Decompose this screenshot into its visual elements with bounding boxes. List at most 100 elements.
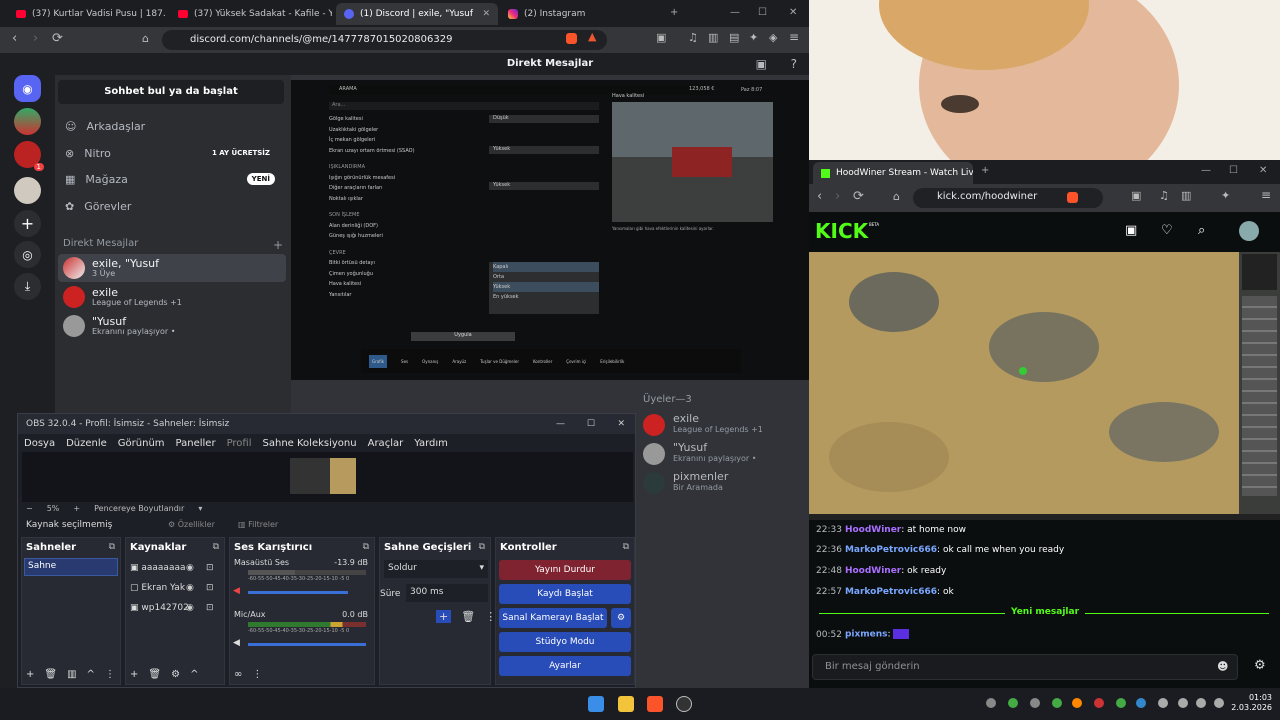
discord-home-icon[interactable]: ◉ — [14, 75, 41, 102]
new-tab-button[interactable]: + — [981, 165, 989, 176]
add-transition-icon[interactable]: + — [436, 610, 452, 623]
maximize-icon[interactable]: ☐ — [1229, 165, 1238, 176]
tab-search-icon[interactable]: ▣ — [1131, 189, 1141, 202]
media-icon[interactable]: ♫ — [1159, 189, 1169, 202]
stream-video[interactable] — [809, 252, 1239, 514]
muted-speaker-icon[interactable]: ◀ — [233, 586, 240, 596]
close-icon[interactable]: ✕ — [617, 414, 625, 434]
tab-search-icon[interactable]: ▣ — [656, 31, 666, 44]
server-avatar-2[interactable]: 1 — [14, 141, 44, 171]
duration-input[interactable]: 300 ms — [406, 584, 488, 602]
ssao-select[interactable]: Yüksek — [489, 146, 599, 154]
dm-item-yusuf[interactable]: "Yusuf Ekranını paylaşıyor • — [58, 312, 286, 340]
add-icon[interactable]: + — [26, 669, 34, 680]
help-icon[interactable]: ? — [791, 57, 797, 71]
close-tab-icon[interactable]: ✕ — [482, 9, 490, 19]
link-icon[interactable]: ∞ — [234, 669, 242, 680]
brave-shield-icon[interactable] — [566, 33, 577, 44]
kick-logo[interactable]: KICK — [815, 219, 868, 243]
media-icon[interactable]: ♫ — [688, 31, 698, 44]
discover-icon[interactable]: ◎ — [14, 241, 41, 268]
minimize-icon[interactable]: — — [1201, 165, 1211, 176]
member-pixmenler[interactable]: pixmenler Bir Aramada — [643, 470, 803, 498]
lock-icon[interactable]: ⊡ — [206, 558, 214, 578]
start-virtual-camera-button[interactable]: Sanal Kamerayı Başlat — [499, 608, 607, 628]
windows-start-icon[interactable] — [588, 696, 604, 712]
shadow-quality-select[interactable]: Düşük — [489, 115, 599, 123]
screen-share-stream[interactable]: ARAMA 123,058 € Paz 8:07 Ara... Gölge ka… — [291, 80, 809, 380]
dm-item-group[interactable]: exile, "Yusuf 3 Üye — [58, 254, 286, 282]
chat-settings-gear-icon[interactable]: ⚙ — [1254, 658, 1266, 673]
dm-item-exile[interactable]: exile League of Legends +1 — [58, 283, 286, 311]
minimize-icon[interactable]: — — [730, 7, 740, 18]
more-icon[interactable]: ⋮ — [105, 669, 115, 680]
reload-icon[interactable]: ⟳ — [853, 189, 864, 204]
nav-nitro[interactable]: ⊗ Nitro 1 AY ÜCRETSİZ — [61, 141, 285, 165]
chat-input[interactable]: Bir mesaj gönderin — [812, 654, 1238, 680]
tab-youtube-1[interactable]: (37) Kurtlar Vadisi Pusu | 187. Bölüm — [8, 3, 166, 25]
wallet-icon[interactable]: ▤ — [729, 31, 739, 44]
battery-icon[interactable] — [1214, 698, 1224, 708]
nav-quests[interactable]: ✿ Görevler — [61, 194, 285, 218]
speaker-icon[interactable]: ◀ — [233, 638, 240, 648]
url-input[interactable]: discord.com/channels/@me/147778701502080… — [162, 30, 607, 50]
close-window-icon[interactable]: ✕ — [789, 7, 797, 18]
tray-icon[interactable] — [1072, 698, 1082, 708]
drops-icon[interactable]: ▣ — [1125, 223, 1137, 238]
chevron-up-icon[interactable]: ^ — [190, 669, 198, 680]
tray-icon[interactable] — [986, 698, 996, 708]
add-dm-icon[interactable]: + — [273, 238, 283, 252]
menu-icon[interactable]: ≡ — [789, 30, 799, 44]
reload-icon[interactable]: ⟳ — [52, 31, 63, 46]
forward-icon[interactable]: › — [33, 31, 38, 46]
transition-select[interactable]: Soldur ▾ — [384, 560, 488, 578]
maximize-icon[interactable]: ☐ — [587, 414, 595, 434]
server-avatar-3[interactable] — [14, 177, 41, 204]
lock-icon[interactable]: ⊡ — [206, 598, 214, 618]
zoom-out-icon[interactable]: − — [26, 504, 33, 513]
microphone-icon[interactable] — [1158, 698, 1168, 708]
menu-icon[interactable]: ≡ — [1261, 188, 1271, 202]
visibility-icon[interactable]: ◉ — [186, 558, 194, 578]
zoom-in-icon[interactable]: + — [73, 504, 80, 513]
nav-friends[interactable]: ☺ Arkadaşlar — [61, 114, 285, 138]
weather-quality-dropdown[interactable]: Kapalı Orta Yüksek En yüksek — [489, 262, 599, 314]
tab-instagram[interactable]: (2) Instagram — [500, 3, 660, 25]
filter-icon[interactable]: ▥ — [67, 669, 76, 680]
tray-icon[interactable] — [1116, 698, 1126, 708]
source-item[interactable]: ▢ Ekran Yak — [130, 578, 189, 598]
tray-icon[interactable] — [1052, 698, 1062, 708]
search-conversation-button[interactable]: Sohbet bul ya da başlat — [58, 80, 284, 104]
member-yusuf[interactable]: "Yusuf Ekranını paylaşıyor • — [643, 441, 803, 469]
virtual-camera-settings-gear-icon[interactable]: ⚙ — [611, 608, 631, 628]
leo-icon[interactable]: ✦ — [749, 31, 758, 44]
file-explorer-icon[interactable] — [618, 696, 634, 712]
undock-icon[interactable]: ⧉ — [479, 542, 485, 552]
forward-icon[interactable]: › — [835, 189, 840, 204]
scene-item[interactable]: Sahne — [24, 558, 118, 576]
filters-button[interactable]: ▥ Filtreler — [238, 520, 278, 529]
sidebar-icon[interactable]: ▥ — [708, 31, 718, 44]
brave-shield-icon[interactable] — [1067, 192, 1078, 203]
lock-icon[interactable]: ⊡ — [206, 578, 214, 598]
bookmark-icon[interactable]: ⌂ — [893, 190, 900, 203]
start-recording-button[interactable]: Kaydı Başlat — [499, 584, 631, 604]
visibility-icon[interactable]: ◉ — [186, 598, 194, 618]
chevron-down-icon[interactable]: ▾ — [198, 504, 202, 513]
undock-icon[interactable]: ⧉ — [213, 542, 219, 552]
search-icon[interactable]: ⌕ — [1198, 223, 1205, 238]
avatar[interactable] — [1239, 221, 1259, 241]
new-tab-button[interactable]: + — [670, 7, 678, 18]
bookmark-icon[interactable]: ⌂ — [142, 32, 149, 45]
light-distance-select[interactable]: Yüksek — [489, 182, 599, 190]
obs-icon[interactable] — [676, 696, 692, 712]
tab-youtube-2[interactable]: (37) Yüksek Sadakat - Kafile - Yo — [170, 3, 332, 25]
studio-mode-button[interactable]: Stüdyo Modu — [499, 632, 631, 652]
speaker-icon[interactable] — [1196, 698, 1206, 708]
source-item[interactable]: ▣ wp142702 — [130, 598, 189, 618]
download-icon[interactable]: ⤓ — [14, 273, 41, 300]
tray-icon[interactable] — [1008, 698, 1018, 708]
add-server-icon[interactable]: + — [14, 210, 41, 237]
tray-icon[interactable] — [1094, 698, 1104, 708]
follow-heart-icon[interactable]: ♡ — [1161, 223, 1173, 238]
